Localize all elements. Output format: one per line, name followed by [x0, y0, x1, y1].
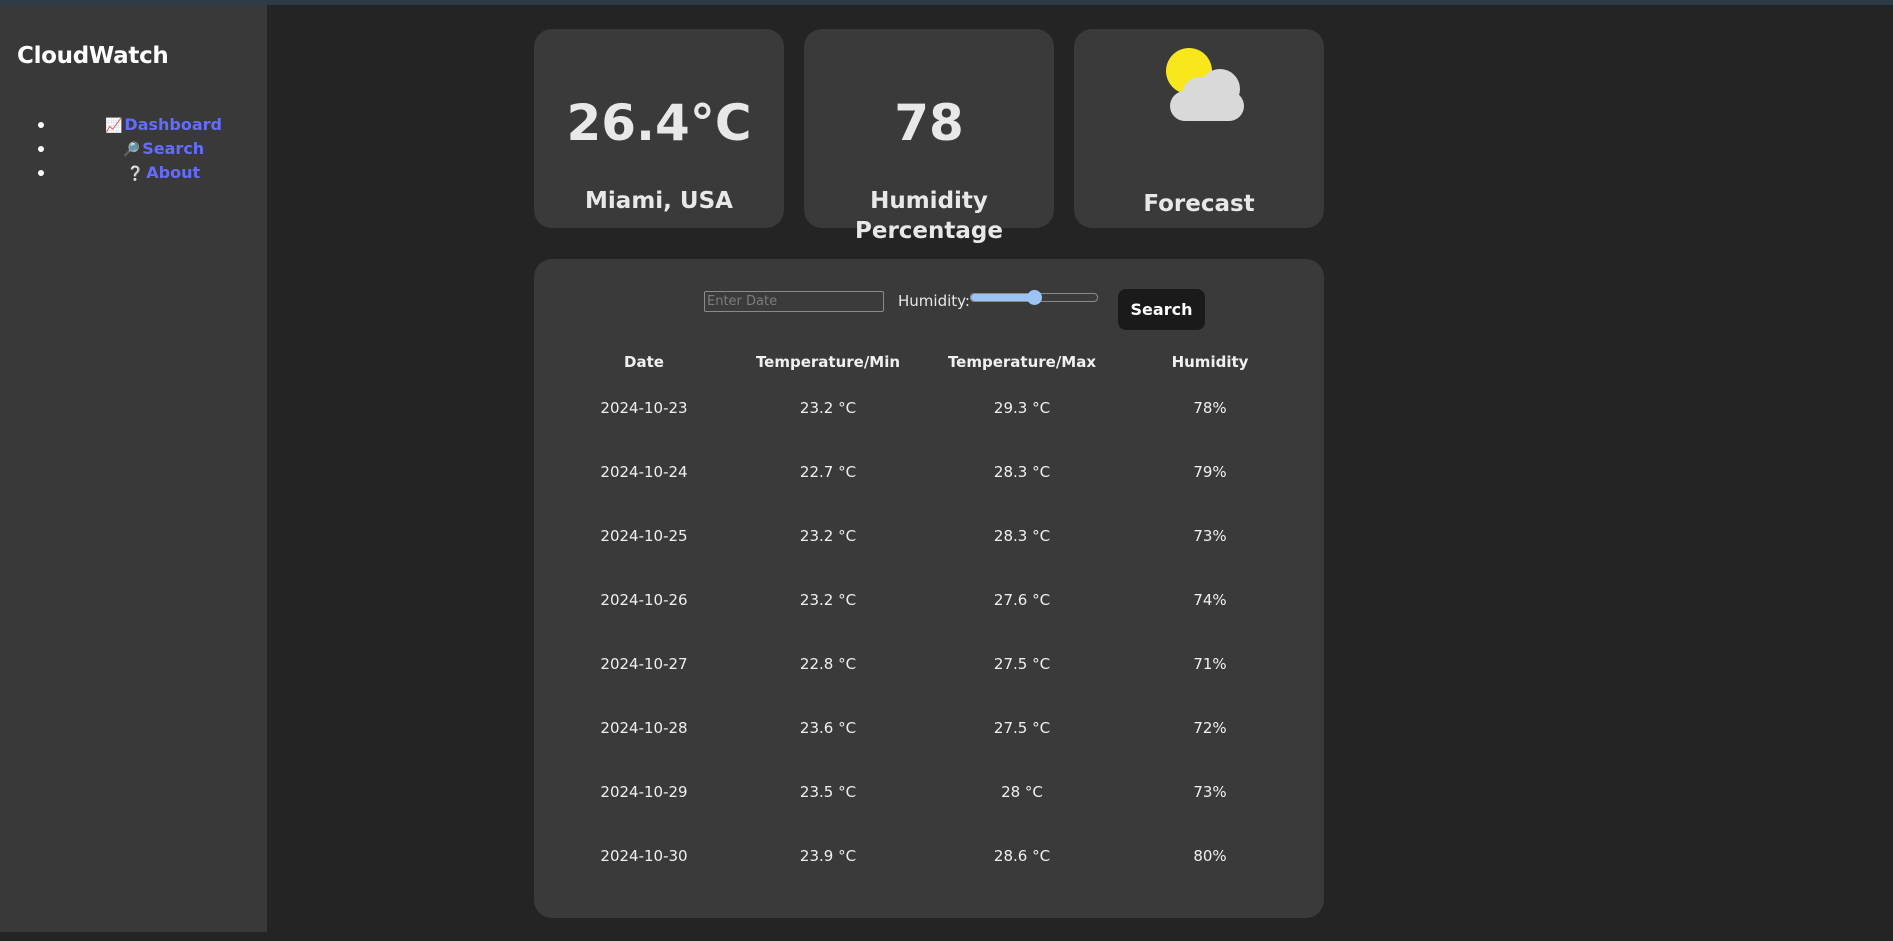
- question-icon: ❔: [126, 166, 145, 182]
- search-link[interactable]: 🔎 Search: [123, 137, 204, 162]
- sidebar: CloudWatch 📈 Dashboard 🔎 Search ❔ About: [0, 5, 267, 932]
- column-header: Humidity: [1171, 353, 1249, 371]
- table-cell: 28.6 °C: [993, 847, 1051, 865]
- table-cell: 27.5 °C: [993, 719, 1051, 737]
- table-cell: 2024-10-27: [600, 655, 688, 673]
- table-cell: 2024-10-30: [600, 847, 688, 865]
- bullet-icon: [38, 146, 44, 152]
- table-cell: 78%: [1193, 399, 1227, 417]
- window-top-border: [0, 0, 1893, 5]
- table-cell: 72%: [1193, 719, 1227, 737]
- about-label: About: [146, 163, 201, 182]
- location-label: Miami, USA: [585, 188, 733, 214]
- temperature-card: 26.4°C Miami, USA: [534, 29, 784, 228]
- dashboard-label: Dashboard: [124, 115, 222, 134]
- dashboard-link[interactable]: 📈 Dashboard: [105, 113, 222, 138]
- humidity-card-label: Humidity Percentage: [855, 188, 1003, 244]
- table-cell: 27.6 °C: [993, 591, 1051, 609]
- table-cell: 23.2 °C: [799, 527, 857, 545]
- table-cell: 73%: [1193, 783, 1227, 801]
- table-cell: 2024-10-28: [600, 719, 688, 737]
- table-cell: 22.7 °C: [799, 463, 857, 481]
- app-title: CloudWatch: [17, 43, 169, 69]
- sidebar-item-search: 🔎 Search: [0, 137, 267, 161]
- table-cell: 23.9 °C: [799, 847, 857, 865]
- search-label: Search: [142, 139, 205, 158]
- column-header: Temperature/Min: [755, 353, 901, 371]
- table-cell: 28.3 °C: [993, 527, 1051, 545]
- bullet-icon: [38, 170, 44, 176]
- search-button[interactable]: Search: [1118, 289, 1205, 330]
- table-cell: 74%: [1193, 591, 1227, 609]
- sidebar-item-dashboard: 📈 Dashboard: [0, 113, 267, 137]
- column-header: Temperature/Max: [947, 353, 1097, 371]
- table-cell: 23.5 °C: [799, 783, 857, 801]
- table-cell: 2024-10-29: [600, 783, 688, 801]
- humidity-card: 78 Humidity Percentage: [804, 29, 1054, 244]
- column-header: Date: [624, 353, 664, 371]
- table-cell: 23.2 °C: [799, 399, 857, 417]
- table-cell: 2024-10-23: [600, 399, 688, 417]
- sidebar-nav: 📈 Dashboard 🔎 Search ❔ About: [0, 113, 267, 185]
- humidity-slider-fill: [971, 294, 1034, 301]
- table-cell: 73%: [1193, 527, 1227, 545]
- table-cell: 23.6 °C: [799, 719, 857, 737]
- forecast-card: Forecast: [1074, 29, 1324, 228]
- table-cell: 28 °C: [1001, 783, 1043, 801]
- about-link[interactable]: ❔ About: [127, 161, 200, 186]
- table-cell: 80%: [1193, 847, 1227, 865]
- chart-icon: 📈: [104, 118, 123, 134]
- table-cell: 22.8 °C: [799, 655, 857, 673]
- table-cell: 23.2 °C: [799, 591, 857, 609]
- table-cell: 2024-10-25: [600, 527, 688, 545]
- bullet-icon: [38, 122, 44, 128]
- sidebar-item-about: ❔ About: [0, 161, 267, 185]
- date-input[interactable]: [704, 291, 884, 312]
- table-cell: 27.5 °C: [993, 655, 1051, 673]
- humidity-slider[interactable]: [970, 290, 1098, 305]
- history-panel: Humidity: Search Date Temperature/Min Temp…: [534, 259, 1324, 918]
- table-cell: 79%: [1193, 463, 1227, 481]
- table-cell: 28.3 °C: [993, 463, 1051, 481]
- table-cell: 2024-10-26: [600, 591, 688, 609]
- humidity-slider-thumb[interactable]: [1027, 290, 1042, 305]
- table-cell: 29.3 °C: [993, 399, 1051, 417]
- humidity-value: 78: [894, 94, 964, 152]
- forecast-label: Forecast: [1143, 191, 1255, 217]
- humidity-filter-label: Humidity:: [898, 292, 970, 310]
- cloud-icon: [1166, 69, 1246, 121]
- temperature-value: 26.4°C: [566, 94, 752, 152]
- table-cell: 71%: [1193, 655, 1227, 673]
- search-icon: 🔎: [122, 142, 141, 158]
- table-cell: 2024-10-24: [600, 463, 688, 481]
